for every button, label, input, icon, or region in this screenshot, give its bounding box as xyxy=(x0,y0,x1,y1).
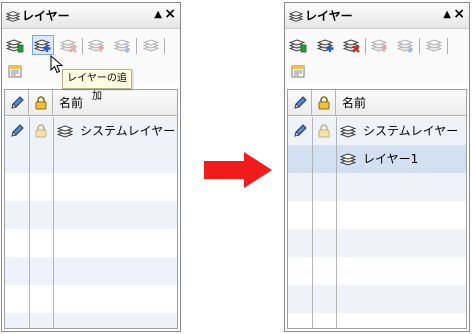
merge-layer-button[interactable] xyxy=(423,35,445,55)
add-layer-icon xyxy=(34,37,52,53)
move-layer-up-button[interactable] xyxy=(369,35,391,55)
move-layer-down-button[interactable] xyxy=(112,35,134,55)
column-divider xyxy=(53,117,54,328)
lock-icon xyxy=(33,95,49,111)
lock-icon[interactable] xyxy=(316,123,332,139)
layers-icon xyxy=(5,9,21,23)
column-edit[interactable] xyxy=(288,90,312,116)
layer-visible-button[interactable] xyxy=(4,35,26,55)
column-edit[interactable] xyxy=(5,90,29,116)
move-up-icon xyxy=(371,37,389,53)
column-lock[interactable] xyxy=(29,90,53,116)
column-divider xyxy=(312,117,313,328)
delete-layer-icon xyxy=(343,37,361,53)
column-divider xyxy=(29,117,30,328)
toolbar-separator xyxy=(447,38,448,54)
move-up-icon xyxy=(88,37,106,53)
column-name-label: 名前 xyxy=(342,96,367,110)
move-down-icon xyxy=(397,37,415,53)
layer-toolbar xyxy=(285,30,469,84)
mouse-cursor-icon xyxy=(50,55,64,74)
layer-visible-button[interactable] xyxy=(287,35,309,55)
pin-icon[interactable]: ▲ xyxy=(443,9,451,21)
delete-layer-button[interactable] xyxy=(341,35,363,55)
empty-row xyxy=(5,201,177,229)
layer-panel-before: レイヤー ▲ × レイヤーの追加 システムレイヤー 名前 xyxy=(1,2,181,332)
layer-name: システムレイヤー xyxy=(80,124,176,138)
layer-name: システムレイヤー xyxy=(363,124,459,138)
empty-row xyxy=(288,229,466,257)
panel-title: レイヤー xyxy=(22,9,70,23)
toolbar-separator xyxy=(365,38,366,54)
grid-header: 名前 xyxy=(288,90,466,116)
pencil-icon xyxy=(9,95,25,111)
lock-icon xyxy=(316,95,332,111)
close-icon[interactable]: × xyxy=(453,7,465,21)
layer-name: レイヤー1 xyxy=(363,152,419,166)
empty-row xyxy=(288,285,466,313)
layer-properties-button[interactable] xyxy=(4,61,26,81)
panel-title: レイヤー xyxy=(305,9,353,23)
column-lock[interactable] xyxy=(312,90,336,116)
delete-layer-button[interactable] xyxy=(58,35,80,55)
add-layer-button[interactable] xyxy=(315,35,337,55)
right-arrow xyxy=(204,152,272,188)
lock-icon[interactable] xyxy=(33,123,49,139)
add-layer-icon xyxy=(317,37,335,53)
properties-icon xyxy=(6,63,24,79)
add-layer-tooltip: レイヤーの追加 xyxy=(62,69,132,102)
close-icon[interactable]: × xyxy=(164,7,176,21)
grid-header: 名前 xyxy=(5,90,177,116)
toolbar-separator xyxy=(82,38,83,54)
column-name[interactable]: 名前 xyxy=(53,90,177,116)
pencil-icon[interactable] xyxy=(292,123,308,139)
panel-title-bar: レイヤー ▲ × xyxy=(2,3,180,29)
layers-icon xyxy=(340,151,356,167)
move-down-icon xyxy=(114,37,132,53)
toolbar-separator xyxy=(136,38,137,54)
layers-green-icon xyxy=(6,37,24,53)
layer-row-selected[interactable]: レイヤー1 xyxy=(288,145,466,173)
merge-layer-button[interactable] xyxy=(140,35,162,55)
empty-row xyxy=(5,145,177,173)
column-name[interactable]: 名前 xyxy=(336,90,466,116)
layer-row[interactable]: システムレイヤー xyxy=(288,117,466,145)
add-layer-button[interactable] xyxy=(32,35,54,55)
layers-icon xyxy=(340,123,356,139)
empty-row xyxy=(5,313,177,328)
layer-properties-button[interactable] xyxy=(287,61,309,81)
layer-row[interactable]: システムレイヤー xyxy=(5,117,177,145)
pencil-icon[interactable] xyxy=(9,123,25,139)
empty-row xyxy=(5,257,177,285)
layers-icon xyxy=(142,37,160,53)
properties-icon xyxy=(289,63,307,79)
move-layer-up-button[interactable] xyxy=(86,35,108,55)
layers-icon xyxy=(425,37,443,53)
layers-icon xyxy=(57,123,73,139)
layers-green-icon xyxy=(289,37,307,53)
move-layer-down-button[interactable] xyxy=(395,35,417,55)
pencil-icon xyxy=(292,95,308,111)
column-divider xyxy=(336,117,337,328)
delete-layer-icon xyxy=(60,37,78,53)
empty-row xyxy=(288,173,466,201)
pin-icon[interactable]: ▲ xyxy=(154,9,162,21)
toolbar-separator xyxy=(164,38,165,54)
layer-grid: システムレイヤー レイヤー1 名前 xyxy=(287,89,467,329)
column-name-label: 名前 xyxy=(59,96,84,110)
panel-title-bar: レイヤー ▲ × xyxy=(285,3,469,29)
layer-grid: システムレイヤー 名前 xyxy=(4,89,178,329)
toolbar-separator xyxy=(419,38,420,54)
layer-panel-after: レイヤー ▲ × システムレイヤー レイヤー1 名前 xyxy=(284,2,470,332)
layers-icon xyxy=(288,9,304,23)
